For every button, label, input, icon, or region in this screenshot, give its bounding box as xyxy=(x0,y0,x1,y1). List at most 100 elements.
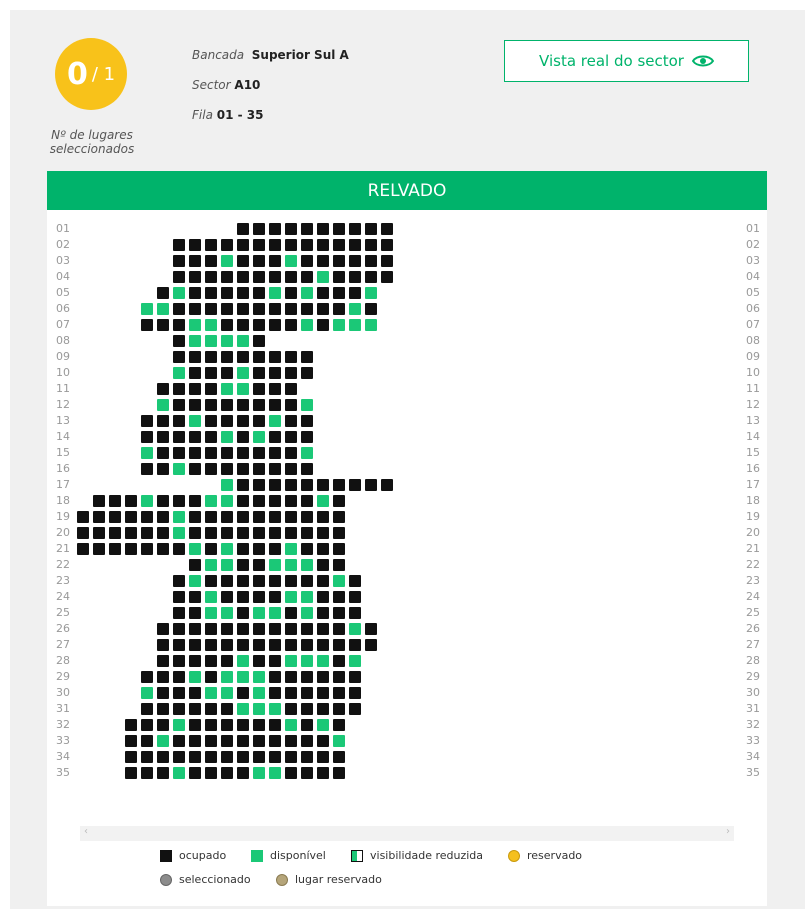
scroll-right-icon[interactable]: › xyxy=(726,826,730,837)
seat-available[interactable] xyxy=(237,383,249,395)
seat-occupied xyxy=(333,479,345,491)
seat-available[interactable] xyxy=(301,591,313,603)
seat-available[interactable] xyxy=(349,623,361,635)
seat-occupied xyxy=(221,719,233,731)
seat-available[interactable] xyxy=(253,687,265,699)
seat-available[interactable] xyxy=(301,319,313,331)
seat-available[interactable] xyxy=(189,335,201,347)
seat-available[interactable] xyxy=(141,447,153,459)
seat-available[interactable] xyxy=(189,671,201,683)
seat-available[interactable] xyxy=(221,255,233,267)
seat-available[interactable] xyxy=(173,719,185,731)
seat-available[interactable] xyxy=(285,255,297,267)
seat-available[interactable] xyxy=(157,735,169,747)
seat-available[interactable] xyxy=(237,335,249,347)
seat-available[interactable] xyxy=(205,319,217,331)
seat-available[interactable] xyxy=(237,367,249,379)
seat-occupied xyxy=(333,751,345,763)
seat-available[interactable] xyxy=(157,303,169,315)
seat-available[interactable] xyxy=(365,287,377,299)
seat-available[interactable] xyxy=(173,463,185,475)
seat-available[interactable] xyxy=(221,495,233,507)
seat-available[interactable] xyxy=(189,575,201,587)
seat-occupied xyxy=(173,319,185,331)
seat-available[interactable] xyxy=(141,687,153,699)
seat-available[interactable] xyxy=(317,271,329,283)
seat-available[interactable] xyxy=(269,287,281,299)
seat-available[interactable] xyxy=(221,687,233,699)
seat-available[interactable] xyxy=(301,607,313,619)
seat-occupied xyxy=(317,511,329,523)
seat-available[interactable] xyxy=(205,335,217,347)
seat-available[interactable] xyxy=(221,607,233,619)
seat-available[interactable] xyxy=(253,671,265,683)
row-label-right: 24 xyxy=(746,590,760,603)
seat-available[interactable] xyxy=(173,287,185,299)
seat-available[interactable] xyxy=(205,495,217,507)
seat-available[interactable] xyxy=(349,303,361,315)
seat-available[interactable] xyxy=(205,687,217,699)
seat-available[interactable] xyxy=(333,575,345,587)
seat-available[interactable] xyxy=(317,655,329,667)
seat-available[interactable] xyxy=(349,655,361,667)
horizontal-scrollbar[interactable]: ‹ › xyxy=(80,826,734,841)
seat-available[interactable] xyxy=(253,703,265,715)
seat-available[interactable] xyxy=(253,767,265,779)
seat-occupied xyxy=(269,719,281,731)
seat-available[interactable] xyxy=(221,479,233,491)
seat-available[interactable] xyxy=(349,319,361,331)
seat-available[interactable] xyxy=(333,319,345,331)
seat-available[interactable] xyxy=(221,671,233,683)
real-view-button[interactable]: Vista real do sector xyxy=(504,40,749,82)
seat-available[interactable] xyxy=(189,319,201,331)
seat-available[interactable] xyxy=(301,399,313,411)
seat-occupied xyxy=(381,223,393,235)
seat-available[interactable] xyxy=(221,559,233,571)
seat-available[interactable] xyxy=(301,287,313,299)
seat-available[interactable] xyxy=(205,559,217,571)
seat-available[interactable] xyxy=(221,383,233,395)
seat-available[interactable] xyxy=(237,671,249,683)
seat-available[interactable] xyxy=(221,543,233,555)
seat-available[interactable] xyxy=(205,591,217,603)
fila-value: 01 - 35 xyxy=(216,108,264,122)
seat-available[interactable] xyxy=(269,767,281,779)
selected-swatch-icon xyxy=(160,873,172,886)
seat-available[interactable] xyxy=(269,415,281,427)
seat-available[interactable] xyxy=(285,559,297,571)
seat-available[interactable] xyxy=(285,719,297,731)
seat-occupied xyxy=(189,735,201,747)
seat-available[interactable] xyxy=(253,431,265,443)
seat-available[interactable] xyxy=(173,767,185,779)
seat-available[interactable] xyxy=(141,495,153,507)
seat-available[interactable] xyxy=(301,447,313,459)
seat-available[interactable] xyxy=(269,559,281,571)
seat-available[interactable] xyxy=(269,703,281,715)
seat-available[interactable] xyxy=(317,719,329,731)
legend-seat-reserved-label: lugar reservado xyxy=(295,873,382,886)
seat-available[interactable] xyxy=(141,303,153,315)
seat-available[interactable] xyxy=(333,735,345,747)
seat-available[interactable] xyxy=(317,495,329,507)
seat-available[interactable] xyxy=(189,415,201,427)
seat-available[interactable] xyxy=(253,607,265,619)
seat-available[interactable] xyxy=(237,655,249,667)
seat-available[interactable] xyxy=(365,319,377,331)
scroll-left-icon[interactable]: ‹ xyxy=(84,826,88,837)
seat-available[interactable] xyxy=(173,527,185,539)
seat-available[interactable] xyxy=(285,655,297,667)
seat-available[interactable] xyxy=(157,399,169,411)
seat-available[interactable] xyxy=(205,607,217,619)
seat-available[interactable] xyxy=(269,607,281,619)
seat-available[interactable] xyxy=(221,431,233,443)
seat-available[interactable] xyxy=(173,367,185,379)
seat-available[interactable] xyxy=(237,703,249,715)
seat-occupied xyxy=(237,607,249,619)
seat-available[interactable] xyxy=(189,543,201,555)
seat-available[interactable] xyxy=(221,335,233,347)
seat-available[interactable] xyxy=(285,543,297,555)
seat-available[interactable] xyxy=(301,655,313,667)
seat-available[interactable] xyxy=(173,511,185,523)
seat-available[interactable] xyxy=(301,559,313,571)
seat-available[interactable] xyxy=(285,591,297,603)
